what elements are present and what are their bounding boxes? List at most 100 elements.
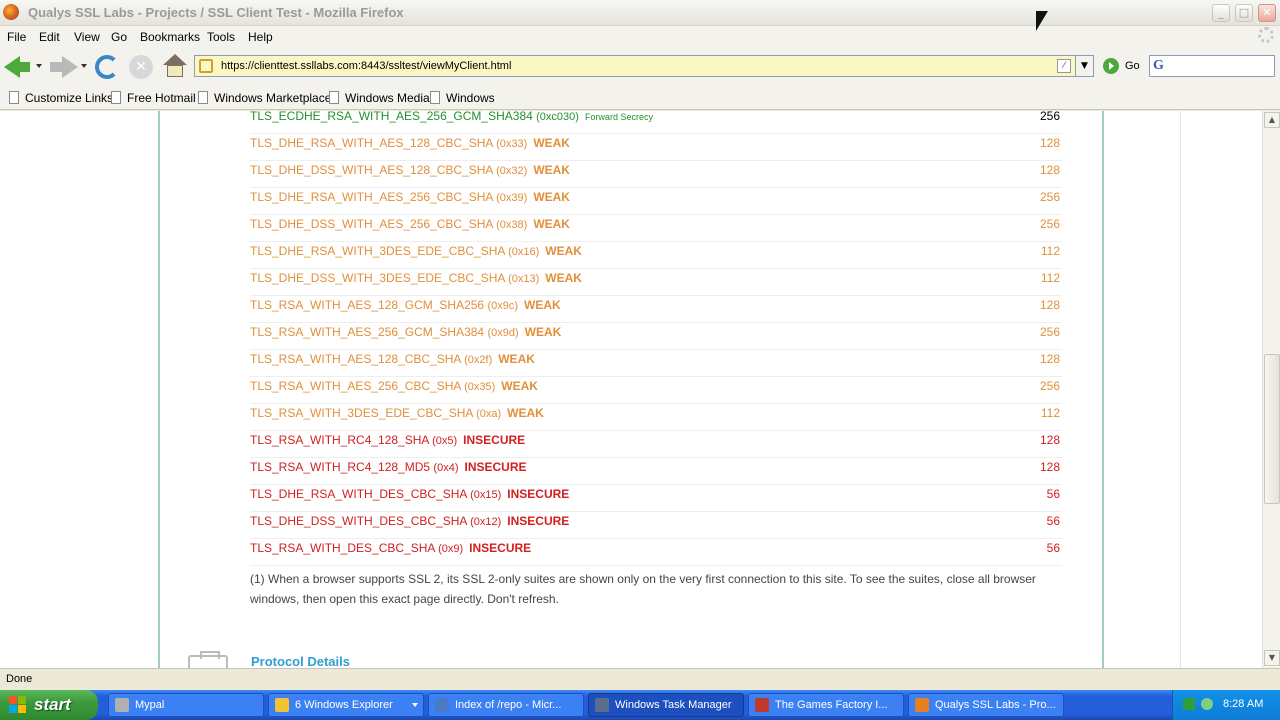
bookmark-windows[interactable]: Windows [430, 91, 495, 105]
scroll-up-button[interactable]: ▲ [1264, 112, 1280, 128]
bookmark-free-hotmail[interactable]: Free Hotmail [111, 91, 196, 105]
suite-key-bits: 256 [1039, 379, 1060, 393]
suite-strength-badge: WEAK [545, 244, 582, 258]
reload-icon[interactable] [95, 55, 119, 79]
taskbar-button[interactable]: Index of /repo - Micr... [428, 693, 584, 717]
page-icon [329, 91, 339, 104]
cipher-suite-row: TLS_DHE_DSS_WITH_3DES_EDE_CBC_SHA (0x13)… [250, 269, 1062, 296]
close-button[interactable]: ✕ [1258, 4, 1276, 22]
google-search-engine-icon[interactable]: G [1153, 58, 1167, 74]
suite-key-bits: 128 [1039, 298, 1060, 312]
taskbar-app-icon [595, 698, 609, 712]
forward-button[interactable] [50, 62, 62, 72]
cipher-suite-name: TLS_RSA_WITH_AES_256_CBC_SHA (0x35) WEAK [250, 379, 538, 393]
cipher-suite-row: TLS_RSA_WITH_3DES_EDE_CBC_SHA (0xa) WEAK 1… [250, 404, 1062, 431]
url-text[interactable]: https://clienttest.ssllabs.com:8443/sslt… [221, 60, 511, 72]
forward-history-dropdown-icon[interactable] [81, 64, 87, 68]
address-bar[interactable]: https://clienttest.ssllabs.com:8443/sslt… [194, 55, 1094, 77]
cipher-suite-row: TLS_RSA_WITH_AES_128_CBC_SHA (0x2f) WEAK 1… [250, 350, 1062, 377]
taskbar-button[interactable]: Windows Task Manager [588, 693, 744, 717]
taskbar-button[interactable]: The Games Factory I... [748, 693, 904, 717]
tray-network-icon[interactable] [1201, 698, 1213, 710]
suite-strength-badge: WEAK [507, 406, 544, 420]
taskbar-button[interactable]: 6 Windows Explorer [268, 693, 424, 717]
start-button[interactable]: start [0, 690, 98, 720]
suite-code: (0x2f) [464, 354, 493, 366]
site-identity-icon[interactable] [199, 59, 213, 73]
suite-key-bits: 256 [1039, 111, 1060, 123]
cipher-suite-name: TLS_RSA_WITH_AES_128_CBC_SHA (0x2f) WEAK [250, 352, 535, 366]
scroll-down-button[interactable]: ▼ [1264, 650, 1280, 666]
suite-strength-badge: WEAK [498, 352, 535, 366]
suite-strength-badge: WEAK [533, 163, 570, 177]
tray-app-icon[interactable] [1183, 698, 1195, 710]
stop-icon[interactable]: ✕ [129, 55, 153, 79]
taskbar-button-label: 6 Windows Explorer [295, 699, 393, 711]
minimize-button[interactable]: _ [1212, 4, 1230, 22]
taskbar-button[interactable]: Mypal [108, 693, 264, 717]
menu-help[interactable]: Help [248, 30, 273, 44]
suite-code: (0x12) [470, 516, 502, 528]
bookmark-label: Windows Marketplace [214, 91, 332, 105]
suite-key-bits: 56 [1046, 487, 1060, 501]
cipher-suite-row: TLS_RSA_WITH_RC4_128_SHA (0x5) INSECURE 12… [250, 431, 1062, 458]
maximize-button[interactable]: □ [1235, 4, 1253, 22]
back-button[interactable] [18, 62, 30, 72]
url-history-dropdown-icon[interactable]: ▼ [1075, 56, 1093, 76]
menu-view[interactable]: View [74, 30, 100, 44]
menu-edit[interactable]: Edit [39, 30, 60, 44]
cipher-suite-name: TLS_RSA_WITH_DES_CBC_SHA (0x9) INSECURE [250, 541, 531, 555]
firefox-icon [3, 4, 19, 20]
cipher-suite-name: TLS_RSA_WITH_AES_128_GCM_SHA256 (0x9c) WE… [250, 298, 561, 312]
bookmarks-toolbar: Customize Links Free Hotmail Windows Mar… [0, 86, 1280, 110]
suite-key-bits: 128 [1039, 163, 1060, 177]
suite-name-text: TLS_DHE_RSA_WITH_3DES_EDE_CBC_SHA [250, 244, 505, 258]
suite-strength-badge: WEAK [533, 136, 570, 150]
menu-go[interactable]: Go [111, 30, 127, 44]
menu-file[interactable]: File [7, 30, 26, 44]
suite-name-text: TLS_DHE_DSS_WITH_AES_128_CBC_SHA [250, 163, 493, 177]
cipher-suite-name: TLS_DHE_DSS_WITH_DES_CBC_SHA (0x12) INSEC… [250, 514, 569, 528]
page-icon [111, 91, 121, 104]
cipher-suite-row: TLS_RSA_WITH_AES_256_GCM_SHA384 (0x9d) WE… [250, 323, 1062, 350]
go-button[interactable]: Go [1125, 60, 1140, 72]
bookmark-customize-links[interactable]: Customize Links [9, 91, 113, 105]
group-dropdown-icon[interactable] [412, 703, 418, 707]
vertical-scrollbar[interactable]: ▲ ▼ [1262, 111, 1280, 668]
suite-name-text: TLS_DHE_RSA_WITH_AES_256_CBC_SHA [250, 190, 493, 204]
taskbar-button[interactable]: Qualys SSL Labs - Pro... [908, 693, 1064, 717]
menu-bookmarks[interactable]: Bookmarks [140, 30, 200, 44]
status-text: Done [6, 673, 33, 685]
home-icon[interactable] [163, 54, 187, 78]
page-icon [198, 91, 208, 104]
taskbar-button-label: Mypal [135, 699, 165, 711]
taskbar-button-label: Qualys SSL Labs - Pro... [935, 699, 1056, 711]
bookmark-windows-media[interactable]: Windows Media [329, 91, 430, 105]
cipher-suite-row: TLS_DHE_RSA_WITH_AES_128_CBC_SHA (0x33) W… [250, 134, 1062, 161]
forward-arrow-icon[interactable] [62, 56, 78, 78]
scroll-thumb[interactable] [1264, 354, 1280, 504]
ssl2-footnote: (1) When a browser supports SSL 2, its S… [250, 572, 1036, 606]
bookmark-label: Windows [446, 91, 495, 105]
suite-key-bits: 128 [1039, 352, 1060, 366]
suite-code: (0x9d) [487, 327, 519, 339]
window-title: Qualys SSL Labs - Projects / SSL Client … [28, 5, 404, 20]
suite-name-text: TLS_RSA_WITH_AES_256_GCM_SHA384 [250, 325, 485, 339]
cipher-suite-row: TLS_RSA_WITH_RC4_128_MD5 (0x4) INSECURE 12… [250, 458, 1062, 485]
suite-name-text: TLS_DHE_DSS_WITH_DES_CBC_SHA [250, 514, 467, 528]
suite-code: (0x15) [470, 489, 502, 501]
cipher-suite-row: TLS_DHE_RSA_WITH_AES_256_CBC_SHA (0x39) W… [250, 188, 1062, 215]
suite-code: (0x16) [508, 246, 540, 258]
go-icon[interactable] [1103, 58, 1119, 74]
back-history-dropdown-icon[interactable] [36, 64, 42, 68]
suite-key-bits: 256 [1039, 190, 1060, 204]
suite-name-text: TLS_RSA_WITH_AES_128_GCM_SHA256 [250, 298, 485, 312]
page-feed-icon[interactable]: ⁄ [1057, 59, 1071, 73]
menu-tools[interactable]: Tools [207, 30, 235, 44]
suite-code: (0x4) [433, 462, 459, 474]
page-icon [9, 91, 19, 104]
suite-code: (0x38) [496, 219, 528, 231]
search-input[interactable]: G [1149, 55, 1275, 77]
bookmark-windows-marketplace[interactable]: Windows Marketplace [198, 91, 331, 105]
cipher-suite-row: TLS_DHE_RSA_WITH_3DES_EDE_CBC_SHA (0x16)… [250, 242, 1062, 269]
